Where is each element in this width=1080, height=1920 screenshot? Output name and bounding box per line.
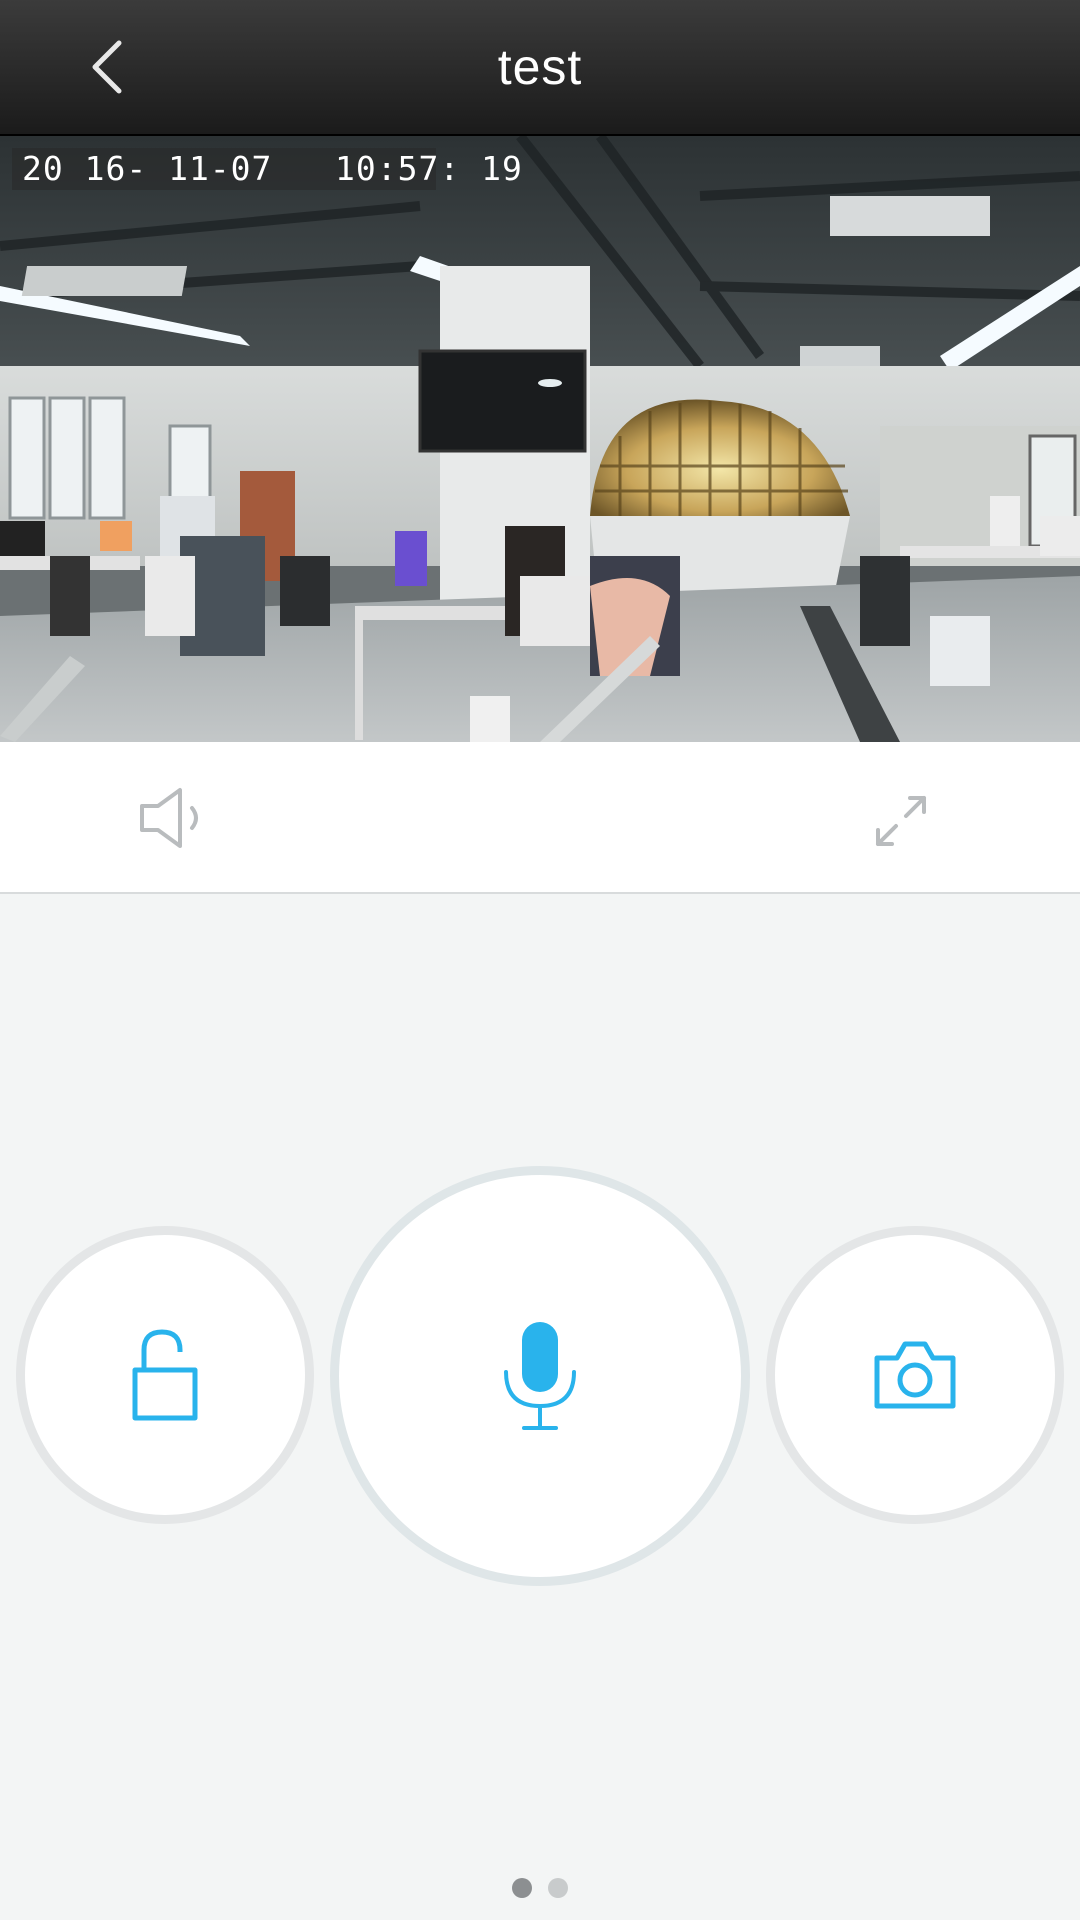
speaker-icon bbox=[140, 788, 198, 848]
top-bar: test bbox=[0, 0, 1080, 136]
video-control-bar bbox=[0, 742, 1080, 894]
microphone-icon bbox=[504, 1322, 576, 1430]
camera-icon bbox=[874, 1341, 956, 1409]
unlock-button[interactable] bbox=[16, 1226, 314, 1524]
live-video-feed[interactable]: 20 16- 11-07 10:57: 19 bbox=[0, 136, 1080, 742]
video-timestamp: 20 16- 11-07 10:57: 19 bbox=[12, 148, 522, 190]
video-frame bbox=[0, 136, 1080, 742]
page-dot-1[interactable] bbox=[512, 1878, 532, 1898]
volume-button[interactable] bbox=[136, 784, 210, 852]
snapshot-button[interactable] bbox=[766, 1226, 1064, 1524]
page-title: test bbox=[497, 39, 583, 95]
page-indicator bbox=[0, 1878, 1080, 1898]
unlock-icon bbox=[132, 1329, 198, 1421]
page-dot-2[interactable] bbox=[548, 1878, 568, 1898]
app-root: test 20 16- 11-07 10:57: 19 bbox=[0, 0, 1080, 1920]
talk-button[interactable] bbox=[330, 1166, 750, 1586]
expand-icon bbox=[876, 796, 926, 846]
fullscreen-button[interactable] bbox=[874, 794, 928, 848]
